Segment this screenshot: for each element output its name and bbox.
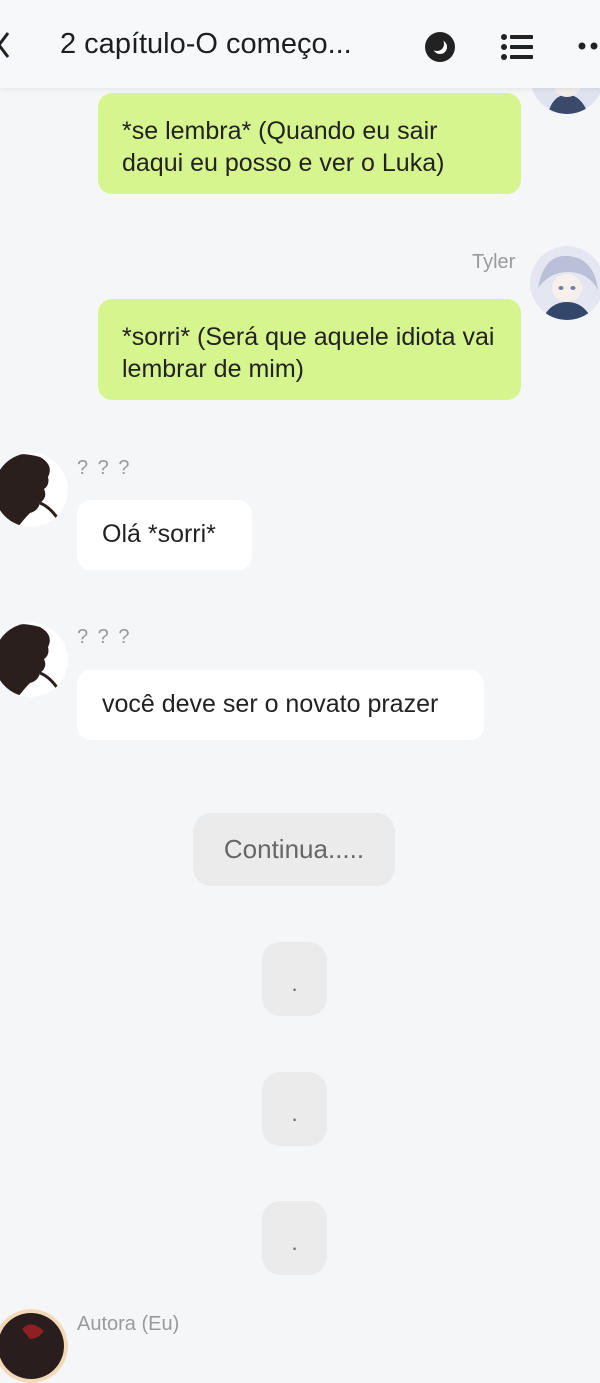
sender-name: Tyler <box>472 251 516 273</box>
sender-name: ? ? ? <box>77 457 132 479</box>
sender-name: ? ? ? <box>77 626 132 648</box>
narration-bubble: . <box>262 1072 327 1146</box>
chapter-title: 2 capítulo-O começo... <box>60 28 352 60</box>
message-bubble: Olá *sorri* <box>77 500 252 570</box>
avatar-author[interactable] <box>0 1309 68 1383</box>
narration-bubble: . <box>262 1201 327 1275</box>
message-bubble: você deve ser o novato prazer <box>77 670 484 740</box>
avatar-tyler[interactable] <box>530 246 600 320</box>
more-icon[interactable] <box>576 40 600 52</box>
message-bubble: *se lembra* (Quando eu sair daqui eu pos… <box>98 93 521 194</box>
list-icon[interactable] <box>501 33 533 61</box>
narration-bubble: Continua..... <box>193 813 395 886</box>
sender-name: Autora (Eu) <box>77 1313 180 1335</box>
narration-bubble: . <box>262 942 327 1016</box>
avatar-unknown[interactable] <box>0 623 68 697</box>
chevron-left-icon[interactable] <box>0 30 10 60</box>
avatar-unknown[interactable] <box>0 453 68 527</box>
message-bubble: *sorri* (Será que aquele idiota vai lemb… <box>98 299 521 400</box>
chapter-header: 2 capítulo-O começo... <box>0 0 600 88</box>
night-mode-icon[interactable] <box>424 31 456 63</box>
